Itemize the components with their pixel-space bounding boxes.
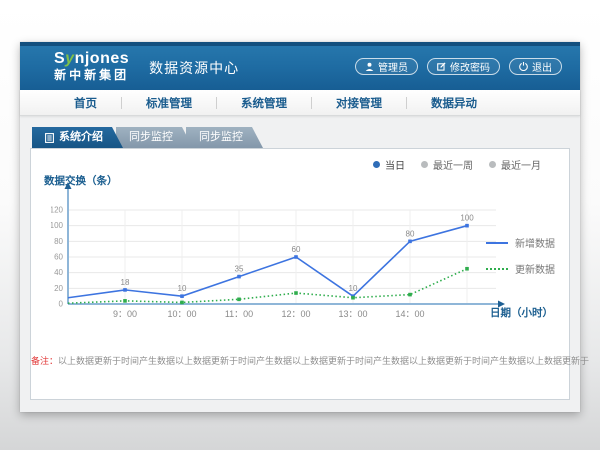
nav-item-home[interactable]: 首页 bbox=[50, 95, 121, 111]
solid-line-icon bbox=[486, 242, 508, 244]
footer-note: 备注：以上数据更新于时间产生数据以上数据更新于时间产生数据以上数据更新于时间产生… bbox=[31, 354, 569, 367]
tab-system-intro[interactable]: 系统介绍 bbox=[32, 127, 123, 148]
brand-logo: Synjones 新中新集团 bbox=[54, 51, 129, 81]
svg-text:12：00: 12：00 bbox=[281, 309, 310, 319]
svg-text:100: 100 bbox=[51, 221, 64, 230]
admin-user-button[interactable]: 管理员 bbox=[355, 58, 418, 75]
change-password-button[interactable]: 修改密码 bbox=[427, 58, 500, 75]
content-area: 系统介绍 同步监控 同步监控 当日 最近一周 bbox=[20, 116, 580, 412]
brand-name: Synjones bbox=[54, 51, 129, 68]
change-password-label: 修改密码 bbox=[450, 59, 490, 74]
radio-today-label: 当日 bbox=[385, 157, 405, 172]
power-icon bbox=[519, 62, 528, 71]
chart-container: 0 20 40 60 80 100 120 9：00 10：00 11：00 12：00 13：00 1… bbox=[51, 179, 521, 331]
legend-updated-data-label: 更新数据 bbox=[515, 261, 555, 276]
svg-text:80: 80 bbox=[54, 237, 63, 246]
page-title: 数据资源中心 bbox=[149, 58, 239, 78]
radio-dot-icon bbox=[373, 161, 380, 168]
svg-text:40: 40 bbox=[54, 268, 63, 277]
note-text: 以上数据更新于时间产生数据以上数据更新于时间产生数据以上数据更新于时间产生数据以… bbox=[58, 356, 589, 366]
svg-text:35: 35 bbox=[235, 265, 244, 274]
user-icon bbox=[365, 62, 374, 71]
desktop-background: Synjones 新中新集团 数据资源中心 管理员 修改密码 bbox=[0, 0, 600, 450]
svg-text:11：00: 11：00 bbox=[225, 309, 253, 319]
radio-last-month[interactable]: 最近一月 bbox=[489, 157, 541, 172]
svg-text:13：00: 13：00 bbox=[338, 309, 367, 319]
tab-label: 同步监控 bbox=[129, 127, 173, 148]
nav-item-data-change[interactable]: 数据异动 bbox=[407, 95, 501, 111]
tab-label: 系统介绍 bbox=[59, 127, 103, 148]
nav-item-system-mgmt[interactable]: 系统管理 bbox=[217, 95, 311, 111]
browser-page: Synjones 新中新集团 数据资源中心 管理员 修改密码 bbox=[20, 42, 580, 412]
svg-text:10: 10 bbox=[178, 284, 187, 293]
radio-last-month-label: 最近一月 bbox=[501, 157, 541, 172]
line-chart: 0 20 40 60 80 100 120 9：00 10：00 11：00 12：00 13：00 1… bbox=[51, 179, 521, 331]
radio-last-week[interactable]: 最近一周 bbox=[421, 157, 473, 172]
svg-text:14：00: 14：00 bbox=[395, 309, 424, 319]
admin-user-label: 管理员 bbox=[378, 59, 408, 74]
svg-text:18: 18 bbox=[121, 278, 130, 287]
svg-text:9：00: 9：00 bbox=[113, 309, 137, 319]
svg-text:20: 20 bbox=[54, 284, 63, 293]
brand-subname: 新中新集团 bbox=[54, 69, 129, 82]
radio-dot-icon bbox=[489, 161, 496, 168]
chart-legend: 新增数据 更新数据 bbox=[486, 235, 555, 276]
radio-dot-icon bbox=[421, 161, 428, 168]
time-range-radio-group: 当日 最近一周 最近一月 bbox=[373, 157, 541, 172]
nav-item-standard-mgmt[interactable]: 标准管理 bbox=[122, 95, 216, 111]
radio-today[interactable]: 当日 bbox=[373, 157, 405, 172]
edit-icon bbox=[437, 62, 446, 71]
x-axis-title: 日期（小时） bbox=[490, 305, 553, 320]
nav-item-interface-mgmt[interactable]: 对接管理 bbox=[312, 95, 406, 111]
svg-text:120: 120 bbox=[51, 206, 64, 215]
note-prefix: 备注： bbox=[31, 356, 58, 366]
logout-label: 退出 bbox=[532, 59, 552, 74]
svg-text:80: 80 bbox=[406, 229, 415, 238]
tab-sync-monitor-2[interactable]: 同步监控 bbox=[186, 127, 263, 148]
legend-new-data-label: 新增数据 bbox=[515, 235, 555, 250]
svg-text:10：00: 10：00 bbox=[167, 309, 196, 319]
app-header: Synjones 新中新集团 数据资源中心 管理员 修改密码 bbox=[20, 42, 580, 90]
svg-text:100: 100 bbox=[460, 214, 474, 223]
logout-button[interactable]: 退出 bbox=[509, 58, 562, 75]
tab-bar: 系统介绍 同步监控 同步监控 bbox=[32, 127, 256, 148]
content-panel: 当日 最近一周 最近一月 数据交换（条） 0204060801001209：00… bbox=[30, 148, 570, 400]
header-top-strip bbox=[20, 42, 580, 46]
tab-label: 同步监控 bbox=[199, 127, 243, 148]
radio-last-week-label: 最近一周 bbox=[433, 157, 473, 172]
svg-text:10: 10 bbox=[349, 284, 358, 293]
header-actions: 管理员 修改密码 退出 bbox=[355, 58, 562, 75]
svg-text:0: 0 bbox=[59, 300, 64, 309]
tab-sync-monitor-1[interactable]: 同步监控 bbox=[116, 127, 193, 148]
main-nav: 首页 标准管理 系统管理 对接管理 数据异动 bbox=[20, 90, 580, 116]
legend-item-new-data: 新增数据 bbox=[486, 235, 555, 250]
svg-text:60: 60 bbox=[292, 245, 301, 254]
document-icon bbox=[45, 133, 54, 143]
legend-item-updated-data: 更新数据 bbox=[486, 261, 555, 276]
dotted-line-icon bbox=[486, 268, 508, 270]
svg-text:60: 60 bbox=[54, 253, 63, 262]
